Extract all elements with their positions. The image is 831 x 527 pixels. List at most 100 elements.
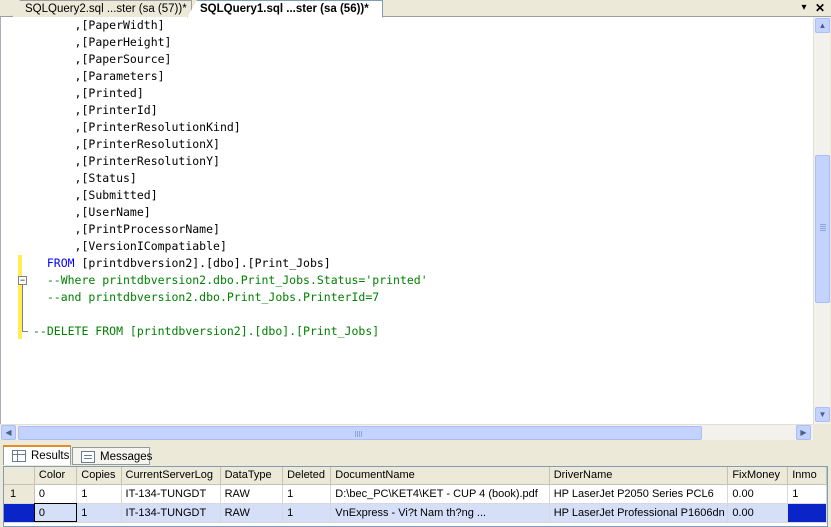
code-text: ,[VersionICompatiable] (74, 239, 227, 253)
table-cell[interactable]: IT-134-TUNGDT (121, 484, 221, 504)
scroll-right-icon[interactable]: ▶ (796, 425, 811, 440)
grip-icon (820, 224, 826, 225)
row-number[interactable] (4, 503, 35, 523)
table-cell[interactable]: HP LaserJet Professional P1606dn (549, 503, 729, 523)
table-row[interactable]: 1 0 1 IT-134-TUNGDT RAW 1 D:\bec_PC\KET4… (4, 484, 827, 504)
column-header[interactable]: Color (34, 467, 78, 485)
horizontal-scroll-thumb[interactable] (18, 426, 702, 440)
column-header[interactable]: Copies (76, 467, 122, 485)
horizontal-scrollbar[interactable]: ◀ ▶ (0, 424, 813, 440)
code-comment: --and printdbversion2.dbo.Print_Jobs.Pri… (46, 290, 380, 304)
document-tab-strip: SQLQuery2.sql ...ster (sa (57))* SQLQuer… (0, 0, 831, 18)
scroll-left-icon[interactable]: ◀ (1, 425, 16, 440)
column-header[interactable]: Deleted (282, 467, 332, 485)
table-cell[interactable]: RAW (220, 484, 284, 504)
collapse-icon[interactable]: − (18, 276, 27, 285)
code-line[interactable]: ,[PrinterResolutionX] (33, 136, 220, 153)
grip-icon (361, 431, 362, 437)
table-cell[interactable]: VnExpress - Vi?t Nam th?ng ... (330, 503, 550, 523)
tab-results[interactable]: Results (3, 445, 71, 465)
column-header[interactable]: FixMoney (727, 467, 789, 485)
code-line[interactable]: ,[UserName] (33, 204, 151, 221)
chevron-down-icon[interactable]: ▾ (797, 1, 811, 15)
table-cell[interactable]: 0 (34, 484, 78, 504)
close-icon[interactable]: ✕ (813, 1, 827, 15)
code-line[interactable]: ,[PrinterResolutionY] (33, 153, 220, 170)
column-header[interactable]: Inmo (787, 467, 827, 485)
results-grid[interactable]: Color Copies CurrentServerLog DataType D… (3, 466, 828, 527)
code-line[interactable]: --DELETE FROM [printdbversion2].[dbo].[P… (33, 323, 379, 340)
code-comment: --DELETE FROM [printdbversion2].[dbo].[P… (33, 324, 380, 338)
code-line[interactable]: --Where printdbversion2.dbo.Print_Jobs.S… (33, 272, 428, 289)
code-comment: --Where printdbversion2.dbo.Print_Jobs.S… (46, 273, 428, 287)
code-line[interactable]: ,[Submitted] (33, 187, 158, 204)
code-text: ,[Submitted] (74, 188, 158, 202)
vertical-scroll-thumb[interactable] (815, 155, 830, 303)
tab-messages[interactable]: Messages (72, 447, 152, 465)
row-number[interactable]: 1 (4, 484, 35, 504)
grip-icon (359, 431, 360, 437)
grid-icon (12, 450, 26, 462)
code-line[interactable]: --and printdbversion2.dbo.Print_Jobs.Pri… (33, 289, 379, 306)
code-line[interactable]: ,[Printed] (33, 85, 144, 102)
outline-guide (22, 285, 23, 331)
table-cell[interactable]: 0.00 (727, 484, 789, 504)
messages-icon (81, 451, 95, 463)
code-text: ,[PaperHeight] (74, 35, 172, 49)
results-table: Color Copies CurrentServerLog DataType D… (4, 467, 827, 523)
table-cell[interactable]: D:\bec_PC\KET4\KET - CUP 4 (book).pdf (330, 484, 550, 504)
column-header[interactable]: DriverName (549, 467, 729, 485)
table-row-selected[interactable]: 0 1 IT-134-TUNGDT RAW 1 VnExpress - Vi?t… (4, 503, 827, 523)
tab-sqlquery2[interactable]: SQLQuery2.sql ...ster (sa (57))* (12, 0, 192, 17)
code-line[interactable]: ,[PrintProcessorName] (33, 221, 220, 238)
table-cell[interactable]: HP LaserJet P2050 Series PCL6 (549, 484, 729, 504)
table-cell[interactable]: RAW (220, 503, 284, 523)
table-cell[interactable]: 1 (787, 484, 827, 504)
table-cell[interactable]: 0.00 (727, 503, 789, 523)
code-text: ,[PrinterResolutionKind] (74, 120, 241, 134)
table-cell[interactable]: 1 (282, 484, 332, 504)
code-text: ,[Status] (74, 171, 137, 185)
vertical-scrollbar[interactable]: ▲ ▼ (813, 17, 830, 424)
column-header[interactable] (4, 467, 35, 485)
table-cell[interactable]: IT-134-TUNGDT (121, 503, 221, 523)
table-cell[interactable]: 1 (76, 484, 122, 504)
table-cell[interactable]: 0 (34, 503, 78, 523)
code-line[interactable]: ,[PrinterId] (33, 102, 158, 119)
table-cell[interactable]: 1 (76, 503, 122, 523)
code-line[interactable]: ,[PaperSource] (33, 51, 172, 68)
code-line[interactable]: ,[VersionICompatiable] (33, 238, 227, 255)
code-line[interactable]: ,[PaperWidth] (33, 17, 165, 34)
code-line[interactable]: ,[Parameters] (33, 68, 165, 85)
code-keyword: FROM (46, 256, 75, 270)
grip-icon (355, 431, 356, 437)
scroll-up-icon[interactable]: ▲ (815, 18, 830, 33)
column-header[interactable]: CurrentServerLog (121, 467, 221, 485)
code-text: ,[PrinterResolutionX] (74, 137, 220, 151)
code-line[interactable]: ,[PaperHeight] (33, 34, 172, 51)
column-header[interactable]: DocumentName (330, 467, 550, 485)
scroll-down-icon[interactable]: ▼ (815, 407, 830, 422)
table-cell[interactable] (787, 503, 827, 523)
code-line[interactable]: ,[PrinterResolutionKind] (33, 119, 241, 136)
code-line[interactable]: ,[Status] (33, 170, 137, 187)
column-header[interactable]: DataType (220, 467, 284, 485)
table-cell[interactable]: 1 (282, 503, 332, 523)
tab-sqlquery1[interactable]: SQLQuery1.sql ...ster (sa (56))* (187, 0, 383, 18)
code-line[interactable]: FROM [printdbversion2].[dbo].[Print_Jobs… (33, 255, 331, 272)
sql-editor[interactable]: − ,[PaperWidth] ,[PaperHeight] ,[PaperSo… (0, 17, 813, 424)
code-text: ,[PaperSource] (74, 52, 172, 66)
